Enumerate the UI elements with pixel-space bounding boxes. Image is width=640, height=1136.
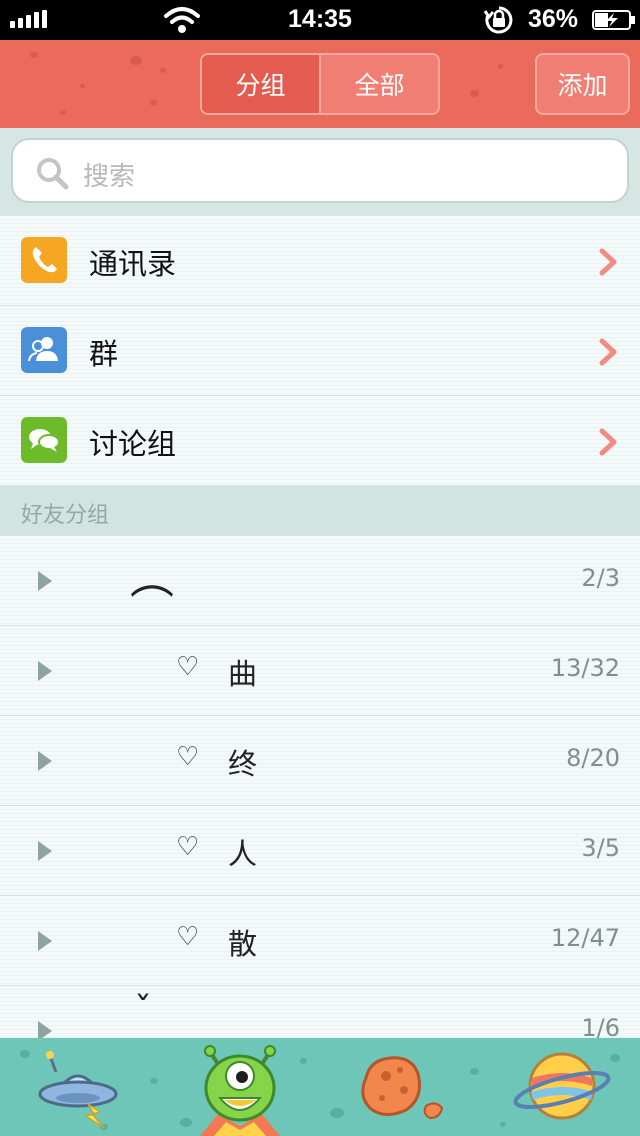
view-segmented-control: 分组 全部: [200, 53, 440, 115]
friend-group-row[interactable]: ♡ 终 8/20: [0, 716, 640, 806]
section-title: 好友分组: [21, 503, 110, 528]
chevron-right-icon: [599, 248, 617, 276]
group-name: 终: [228, 747, 258, 781]
heart-icon: ♡: [176, 832, 200, 862]
chat-icon: [21, 417, 67, 463]
search-bar: 搜索: [0, 128, 640, 216]
online-count: 3/5: [581, 834, 620, 862]
menu-item-discussion[interactable]: 讨论组: [0, 396, 640, 486]
expand-arrow-icon: [38, 571, 52, 591]
online-count: 13/32: [550, 654, 620, 682]
expand-arrow-icon: [38, 751, 52, 771]
alien-icon[interactable]: [160, 1038, 320, 1136]
rotation-lock-icon: [483, 6, 513, 34]
group-name-glyph: ˇ: [134, 990, 152, 1031]
bottom-tab-bar: [0, 1038, 640, 1136]
online-count: 12/47: [550, 924, 620, 952]
friend-group-row[interactable]: ︵ 2/3: [0, 536, 640, 626]
phone-icon: [21, 237, 67, 283]
battery-percent: 36%: [528, 5, 579, 33]
chevron-right-icon: [599, 428, 617, 456]
menu-item-label: 讨论组: [89, 427, 177, 461]
menu-item-label: 通讯录: [89, 247, 177, 281]
segment-groups[interactable]: 分组: [202, 55, 321, 113]
top-nav-bar: 分组 全部 添加: [0, 40, 640, 128]
online-count: 8/20: [566, 744, 620, 772]
asteroid-icon[interactable]: [320, 1038, 480, 1136]
friend-group-row[interactable]: ♡ 人 3/5: [0, 806, 640, 896]
expand-arrow-icon: [38, 931, 52, 951]
ufo-icon[interactable]: [0, 1038, 160, 1136]
segment-all[interactable]: 全部: [321, 55, 438, 113]
planet-icon[interactable]: [480, 1038, 640, 1136]
group-name: 曲: [228, 657, 258, 691]
friend-group-row[interactable]: ♡ 曲 13/32: [0, 626, 640, 716]
group-name-glyph: ︵: [130, 553, 174, 604]
add-button[interactable]: 添加: [535, 53, 630, 115]
menu-item-label: 群: [89, 337, 119, 371]
group-name: 人: [228, 837, 258, 871]
search-input[interactable]: 搜索: [11, 138, 629, 203]
search-placeholder: 搜索: [83, 162, 136, 192]
heart-icon: ♡: [176, 652, 200, 682]
search-icon: [37, 158, 69, 190]
chevron-right-icon: [599, 338, 617, 366]
battery-charging-icon: [592, 10, 635, 30]
expand-arrow-icon: [38, 661, 52, 681]
heart-icon: ♡: [176, 742, 200, 772]
menu-item-contacts[interactable]: 通讯录: [0, 216, 640, 306]
heart-icon: ♡: [176, 922, 200, 952]
expand-arrow-icon: [38, 841, 52, 861]
friend-group-row[interactable]: ♡ 散 12/47: [0, 896, 640, 986]
status-bar: 14:35 36%: [0, 0, 640, 40]
online-count: 2/3: [581, 564, 620, 592]
menu-item-groups[interactable]: 群: [0, 306, 640, 396]
section-header-friend-groups: 好友分组: [0, 486, 640, 536]
group-icon: [21, 327, 67, 373]
group-name: 散: [228, 927, 258, 961]
